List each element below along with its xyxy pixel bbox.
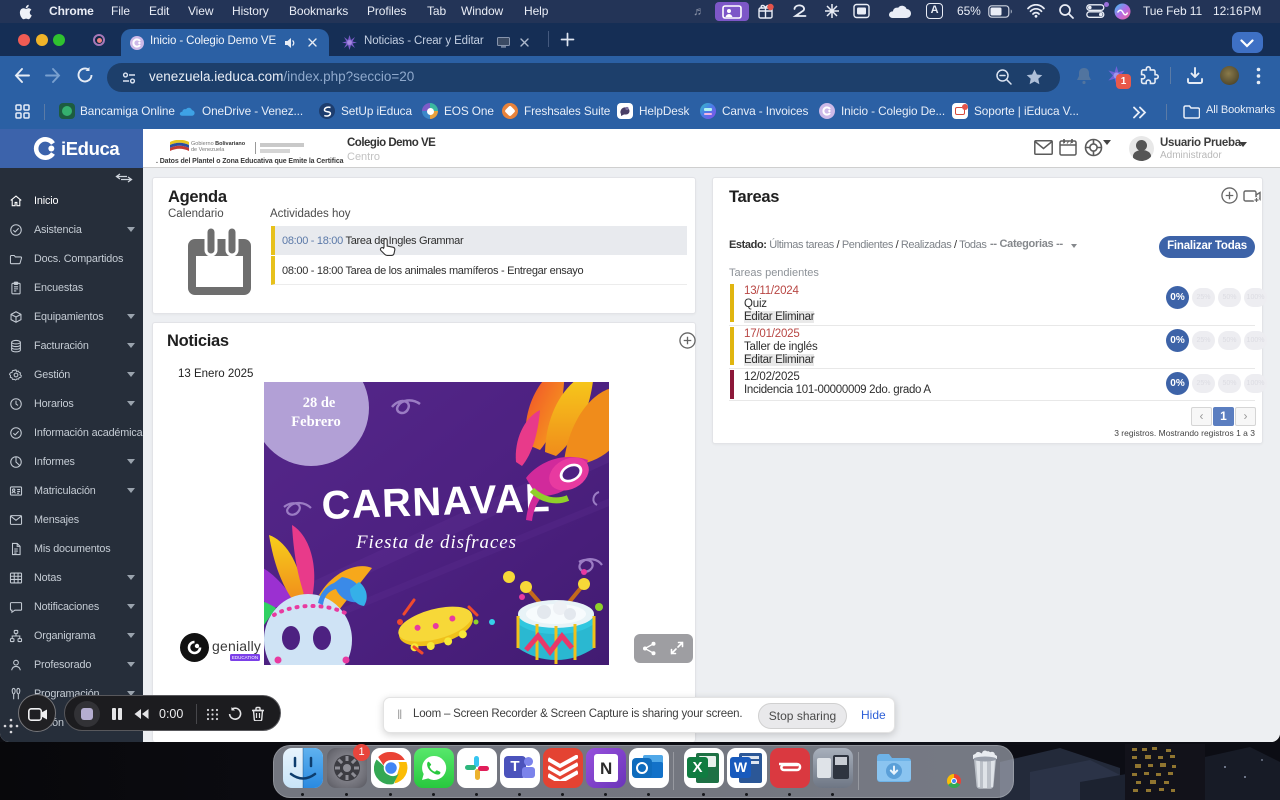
svg-text:28 de: 28 de	[303, 395, 336, 411]
svg-text:CARNAVAL: CARNAVAL	[321, 476, 550, 528]
svg-text:Febrero: Febrero	[291, 414, 340, 430]
svg-text:Fiesta de disfraces: Fiesta de disfraces	[355, 532, 516, 553]
